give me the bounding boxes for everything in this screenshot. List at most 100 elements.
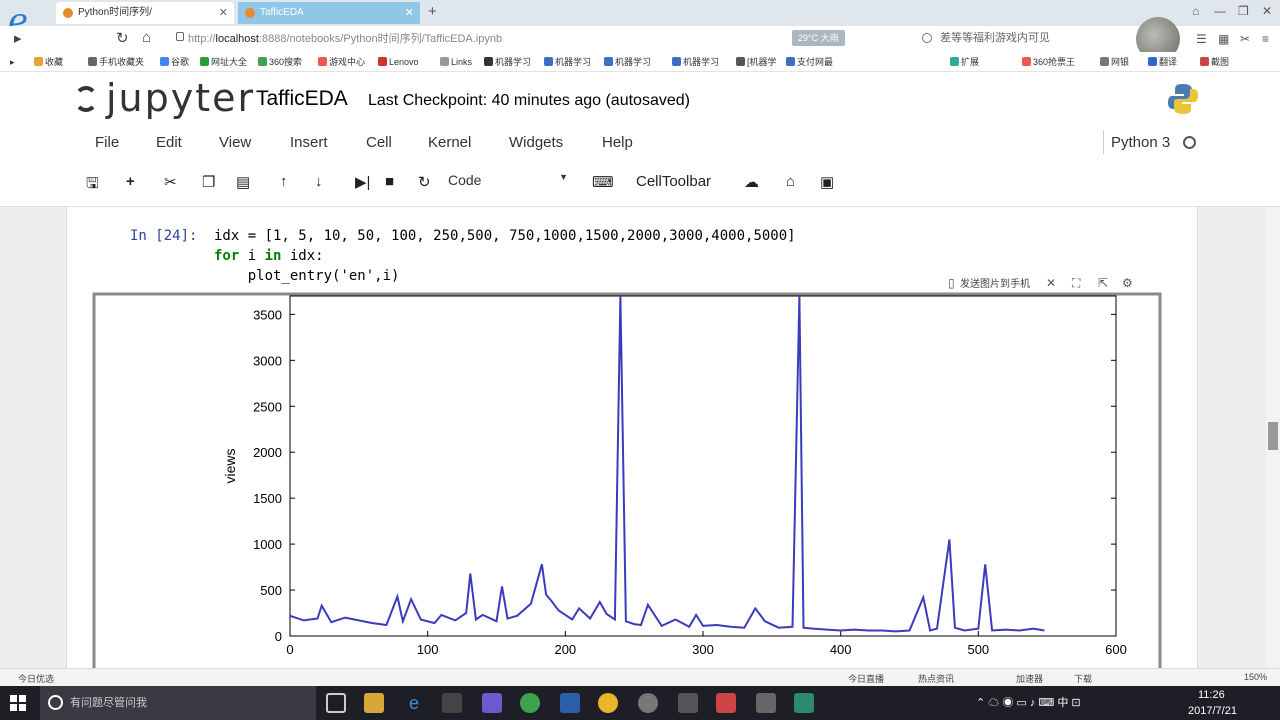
menu-kernel[interactable]: Kernel (428, 134, 471, 151)
status-item-accelerator[interactable]: 加速器 (1016, 672, 1043, 685)
app-icon[interactable] (638, 693, 658, 713)
cloud-upload-icon[interactable]: ☁ (744, 173, 759, 191)
gift-icon[interactable]: ⌂ (786, 173, 795, 190)
bookmark-item[interactable]: 机器学习 (604, 56, 651, 68)
zoom-level[interactable]: 150% (1244, 672, 1267, 682)
bookmark-item[interactable]: 游戏中心 (318, 56, 365, 68)
cut-icon[interactable]: ✂ (164, 173, 177, 191)
cut-icon[interactable]: ✂ (1240, 32, 1250, 46)
edge-icon[interactable]: e (404, 693, 424, 713)
expand-icon[interactable]: ⛶ (1072, 276, 1080, 291)
weather-badge[interactable]: 29°C 大雨 (792, 30, 845, 46)
app-icon[interactable] (482, 693, 502, 713)
app-icon[interactable] (520, 693, 540, 713)
clock-date[interactable]: 2017/7/21 (1188, 705, 1237, 717)
move-up-icon[interactable]: ↑ (280, 173, 288, 190)
keyboard-icon[interactable]: ⌨ (592, 173, 614, 191)
bookmark-item[interactable]: 截图 (1200, 56, 1229, 68)
clock-time[interactable]: 11:26 (1198, 689, 1225, 701)
taskbar-search-input[interactable]: 有问题尽管问我 (40, 686, 316, 720)
menu-insert[interactable]: Insert (290, 134, 328, 151)
bookmark-item[interactable]: 网银 (1100, 56, 1129, 68)
file-explorer-icon[interactable] (364, 693, 384, 713)
status-item-news[interactable]: 热点资讯 (918, 672, 954, 685)
notebook-name[interactable]: TafficEDA (256, 87, 348, 111)
grid-icon[interactable]: ▦ (1218, 32, 1229, 46)
scrollbar-thumb[interactable] (1268, 422, 1278, 450)
home-icon[interactable]: ⌂ (142, 29, 151, 46)
refresh-icon[interactable]: ↻ (116, 29, 129, 47)
bookmark-item[interactable]: 谷歌 (160, 56, 189, 68)
insert-cell-icon[interactable]: + (126, 173, 135, 190)
app-icon[interactable] (678, 693, 698, 713)
cell-type-select[interactable]: Code ▼ (448, 172, 572, 192)
more-icon[interactable]: ≡ (1262, 32, 1269, 46)
news-headline[interactable]: 差等等福利游戏内可见 (940, 30, 1050, 46)
close-icon[interactable]: ✕ (405, 2, 414, 24)
close-icon[interactable]: ✕ (1046, 276, 1056, 290)
status-item-live[interactable]: 今日直播 (848, 672, 884, 685)
move-down-icon[interactable]: ↓ (315, 173, 323, 190)
tab-taffic-eda[interactable]: TafficEDA ✕ (238, 2, 420, 24)
bookmark-item[interactable]: 扩展 (950, 56, 979, 68)
plot-area (289, 295, 1117, 637)
menu-icon[interactable]: ☰ (1196, 32, 1207, 46)
bookmark-item[interactable]: 手机收藏夹 (88, 56, 144, 68)
minimize-button[interactable]: — (1214, 4, 1226, 18)
code-line-2[interactable]: for i in idx: (214, 248, 324, 264)
copy-icon[interactable]: ❐ (202, 173, 215, 191)
bookmark-item[interactable]: 机器学习 (544, 56, 591, 68)
code-line-1[interactable]: idx = [1, 5, 10, 50, 100, 250,500, 750,1… (214, 228, 796, 244)
send-to-phone-button[interactable]: 发送图片到手机 (960, 275, 1030, 290)
app-icon[interactable] (560, 693, 580, 713)
bookmark-item[interactable]: 支付网最 (786, 56, 833, 68)
menu-widgets[interactable]: Widgets (509, 134, 563, 151)
store-icon[interactable] (442, 693, 462, 713)
bookmark-item[interactable]: 机器学习 (484, 56, 531, 68)
tab-python-series[interactable]: Python时间序列/ ✕ (56, 2, 234, 24)
sidebar-toggle-icon[interactable]: ▸ (14, 29, 22, 47)
code-line-3[interactable]: plot_entry('en',i) (214, 268, 400, 284)
maximize-button[interactable]: ❐ (1238, 4, 1249, 18)
restart-icon[interactable]: ↻ (418, 173, 431, 191)
windows-start-icon[interactable] (10, 695, 26, 711)
app-icon[interactable] (794, 693, 814, 713)
menu-file[interactable]: File (95, 134, 119, 151)
today-picks[interactable]: 今日优选 (18, 672, 54, 685)
bookmark-item[interactable]: Lenovo (378, 56, 419, 68)
close-icon[interactable]: ✕ (219, 2, 228, 24)
bookmark-item[interactable]: 360抢票王 (1022, 56, 1075, 68)
app-icon[interactable] (756, 693, 776, 713)
stop-icon[interactable]: ■ (385, 173, 394, 190)
menu-view[interactable]: View (219, 134, 251, 151)
settings-icon[interactable]: ⚙ (1122, 276, 1133, 290)
new-tab-button[interactable]: + (428, 3, 437, 20)
bookmark-item[interactable]: 360搜索 (258, 56, 302, 68)
phone-icon[interactable]: ▯ (948, 276, 955, 290)
paste-icon[interactable]: ▤ (236, 173, 250, 191)
app-icon[interactable] (716, 693, 736, 713)
url-input[interactable]: http://localhost:8888/notebooks/Python时间… (172, 29, 782, 49)
bookmarks-toggle-icon[interactable]: ▸ (10, 56, 15, 68)
menu-cell[interactable]: Cell (366, 134, 392, 151)
open-external-icon[interactable]: ⇱ (1098, 276, 1108, 290)
menu-help[interactable]: Help (602, 134, 633, 151)
cell-toolbar-button[interactable]: CellToolbar (636, 173, 711, 190)
bookmark-item[interactable]: Links (440, 56, 472, 68)
home-icon[interactable]: ⌂ (1192, 4, 1199, 18)
browser-360-icon[interactable] (598, 693, 618, 713)
system-tray[interactable]: ⌃ ☁ ◉ ▭ ♪ ⌨ 中 ⊡ (976, 694, 1081, 710)
run-icon[interactable]: ▶| (355, 173, 370, 191)
task-view-icon[interactable] (326, 693, 346, 713)
bookmark-item[interactable]: 机器学习 (672, 56, 719, 68)
bookmark-item[interactable]: 翻译 (1148, 56, 1177, 68)
menu-edit[interactable]: Edit (156, 134, 182, 151)
bookmark-item[interactable]: 收藏 (34, 56, 63, 68)
jupyter-ring-icon (74, 86, 98, 112)
save-icon[interactable]: 🖫 (86, 173, 99, 198)
bookmark-item[interactable]: [机器学 (736, 56, 777, 68)
status-item-download[interactable]: 下载 (1074, 672, 1092, 685)
close-window-button[interactable]: ✕ (1262, 4, 1272, 18)
bookmark-item[interactable]: 网址大全 (200, 56, 247, 68)
video-icon[interactable]: ▣ (820, 173, 834, 191)
